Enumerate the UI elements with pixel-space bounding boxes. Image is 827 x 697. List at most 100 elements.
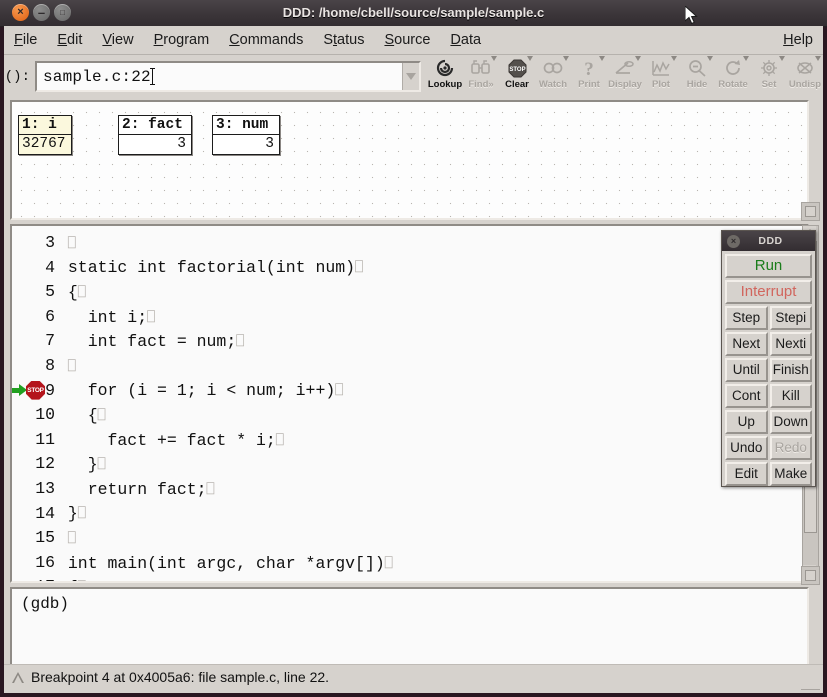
source-line-gutter[interactable]: 5 <box>12 280 58 305</box>
source-line-gutter[interactable]: 14 <box>12 502 58 527</box>
data-display-window[interactable]: 1: i 32767 2: fact 3 3: num 3 <box>10 100 809 220</box>
menu-view[interactable]: View <box>93 29 142 51</box>
ddd-command-tool-window[interactable]: × DDD Run Interrupt Step Stepi Next Nexti Unti… <box>721 230 816 487</box>
tool-button-interrupt[interactable]: Interrupt <box>725 280 812 304</box>
chevron-down-icon[interactable] <box>599 56 605 61</box>
source-line[interactable]: 3 ⎕ <box>12 231 807 256</box>
chevron-down-icon[interactable] <box>815 56 821 61</box>
source-line-gutter[interactable]: 7 <box>12 329 58 354</box>
chevron-down-icon[interactable] <box>563 56 569 61</box>
display-value: 32767 <box>19 135 71 154</box>
tool-button-kill[interactable]: Kill <box>769 384 812 408</box>
close-window-button[interactable]: × <box>12 4 29 21</box>
source-line[interactable]: 16 int main(int argc, char *argv[]) ⎕ <box>12 551 807 576</box>
toolbar-lookup-button[interactable]: Lookup <box>427 55 463 99</box>
source-line-gutter[interactable]: STOP 9 <box>12 379 58 404</box>
tool-button-cont[interactable]: Cont <box>725 384 768 408</box>
data-window-resize-corner[interactable] <box>801 202 820 221</box>
tool-button-run[interactable]: Run <box>725 254 812 278</box>
source-line-gutter[interactable]: 8 <box>12 354 58 379</box>
chevron-down-icon[interactable] <box>635 56 641 61</box>
maximize-window-button[interactable]: □ <box>54 4 71 21</box>
breakpoint-glyph: STOP <box>26 380 45 400</box>
source-line[interactable]: 14 } ⎕ <box>12 502 807 527</box>
source-line-code: int fact = num; <box>58 332 237 352</box>
toolbar-display-button[interactable]: Display <box>607 55 643 99</box>
menu-file[interactable]: File <box>5 29 46 51</box>
toolbar-clear-label: Clear <box>505 79 529 90</box>
source-line[interactable]: 6 int i; ⎕ <box>12 305 807 330</box>
source-line-code <box>58 357 68 376</box>
chevron-down-icon[interactable] <box>527 56 533 61</box>
menu-commands[interactable]: Commands <box>220 29 312 51</box>
chevron-down-icon[interactable] <box>743 56 749 61</box>
tool-button-nexti[interactable]: Nexti <box>769 332 812 356</box>
menu-edit[interactable]: Edit <box>48 29 91 51</box>
chevron-down-icon[interactable] <box>491 56 497 61</box>
source-line[interactable]: 7 int fact = num; ⎕ <box>12 329 807 354</box>
source-window-resize-corner[interactable] <box>801 566 820 585</box>
tool-button-edit[interactable]: Edit <box>725 462 768 486</box>
menu-source[interactable]: Source <box>375 29 439 51</box>
argument-dropdown-button[interactable] <box>402 63 419 90</box>
source-line[interactable]: 5 {⎕ <box>12 280 807 305</box>
warning-triangle-icon <box>12 671 24 683</box>
tool-button-make[interactable]: Make <box>769 462 812 486</box>
source-line-gutter[interactable]: 11 <box>12 428 58 453</box>
toolbar-watch-button[interactable]: Watch <box>535 55 571 99</box>
tool-button-next[interactable]: Next <box>725 332 768 356</box>
toolbar-rotate-button[interactable]: Rotate <box>715 55 751 99</box>
menu-status[interactable]: Status <box>314 29 373 51</box>
display-box-i[interactable]: 1: i 32767 <box>18 115 72 155</box>
source-line[interactable]: STOP 9 for (i = 1; i < num; i++) ⎕ <box>12 379 807 404</box>
minimize-window-button[interactable]: – <box>33 4 50 21</box>
source-line-gutter[interactable]: 13 <box>12 477 58 502</box>
source-line-gutter[interactable]: 6 <box>12 305 58 330</box>
tool-button-step[interactable]: Step <box>725 306 768 330</box>
source-line[interactable]: 15 ⎕ <box>12 526 807 551</box>
tool-button-undo[interactable]: Undo <box>725 436 768 460</box>
source-line[interactable]: 17 {⎕ <box>12 575 807 581</box>
source-lines-container: 3 ⎕ 4 static int factorial(int num) ⎕ 5 {⎕ 6… <box>12 226 807 581</box>
tool-window-close-icon[interactable]: × <box>727 234 740 248</box>
source-line-gutter[interactable]: 15 <box>12 526 58 551</box>
toolbar-hide-button[interactable]: Hide <box>679 55 715 99</box>
source-line[interactable]: 4 static int factorial(int num) ⎕ <box>12 256 807 281</box>
menu-data[interactable]: Data <box>441 29 490 51</box>
source-line-gutter[interactable]: 4 <box>12 256 58 281</box>
menu-help[interactable]: Help <box>774 29 822 51</box>
source-code-window[interactable]: 3 ⎕ 4 static int factorial(int num) ⎕ 5 {⎕ 6… <box>10 224 809 583</box>
source-line[interactable]: 12 } ⎕ <box>12 452 807 477</box>
display-box-num[interactable]: 3: num 3 <box>212 115 280 155</box>
tool-button-stepi[interactable]: Stepi <box>769 306 812 330</box>
source-line-gutter[interactable]: 3 <box>12 231 58 256</box>
source-line-gutter[interactable]: 10 <box>12 403 58 428</box>
breakpoint-stop-icon[interactable]: STOP <box>26 380 46 401</box>
source-line-gutter[interactable]: 12 <box>12 452 58 477</box>
tool-button-until[interactable]: Until <box>725 358 768 382</box>
source-line-gutter[interactable]: 16 <box>12 551 58 576</box>
tool-button-up[interactable]: Up <box>725 410 768 434</box>
argument-field[interactable]: sample.c:22 <box>35 61 421 92</box>
undisp-icon <box>795 57 815 79</box>
end-of-line-marker-icon: ⎕ <box>275 432 284 448</box>
source-line[interactable]: 8 ⎕ <box>12 354 807 379</box>
display-box-fact[interactable]: 2: fact 3 <box>118 115 192 155</box>
tool-button-down[interactable]: Down <box>769 410 812 434</box>
menu-program[interactable]: Program <box>145 29 219 51</box>
chevron-down-icon[interactable] <box>671 56 677 61</box>
toolbar-find-button[interactable]: Find» <box>463 55 499 99</box>
toolbar-set-button[interactable]: Set <box>751 55 787 99</box>
toolbar-clear-button[interactable]: STOP Clear <box>499 55 535 99</box>
source-line-code: } <box>58 504 78 524</box>
source-line[interactable]: 13 return fact; ⎕ <box>12 477 807 502</box>
toolbar-undisp-button[interactable]: Undisp <box>787 55 823 99</box>
chevron-down-icon[interactable] <box>707 56 713 61</box>
toolbar-print-button[interactable]: ? Print <box>571 55 607 99</box>
chevron-down-icon[interactable] <box>779 56 785 61</box>
source-line[interactable]: 11 fact += fact * i; ⎕ <box>12 428 807 453</box>
toolbar-plot-button[interactable]: Plot <box>643 55 679 99</box>
tool-button-finish[interactable]: Finish <box>769 358 812 382</box>
source-line[interactable]: 10 {⎕ <box>12 403 807 428</box>
source-line-gutter[interactable]: 17 <box>12 575 58 581</box>
